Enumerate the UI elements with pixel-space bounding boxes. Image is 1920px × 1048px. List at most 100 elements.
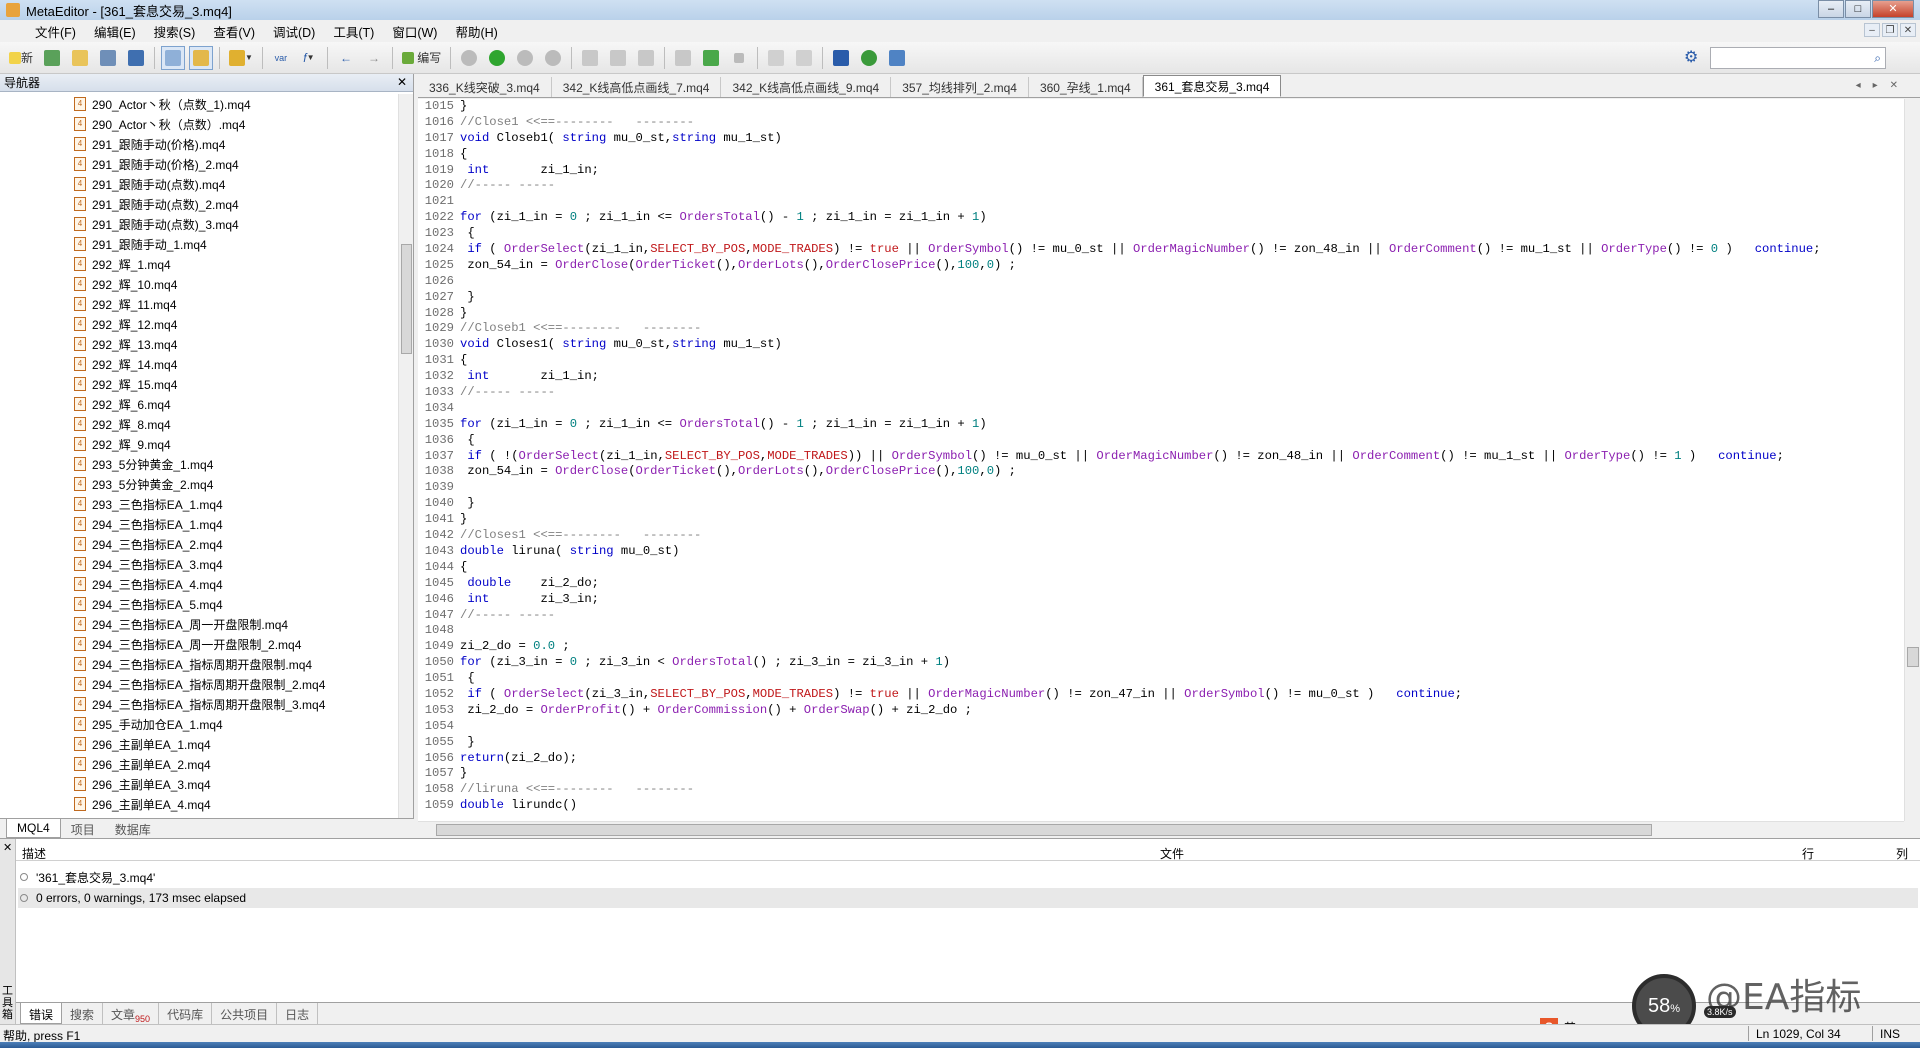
- step-into-button[interactable]: [578, 46, 602, 70]
- editor-tab[interactable]: 342_K线高低点画线_7.mq4: [552, 77, 722, 97]
- back-button[interactable]: ←: [334, 46, 358, 70]
- list-item[interactable]: 4 291_跟随手动(价格).mq4: [0, 134, 398, 154]
- mdi-close-button[interactable]: ✕: [1900, 23, 1916, 37]
- list-item[interactable]: 4 294_三色指标EA_周一开盘限制_2.mq4: [0, 634, 398, 654]
- list-item[interactable]: 4 294_三色指标EA_指标周期开盘限制_3.mq4: [0, 694, 398, 714]
- list-item[interactable]: 4 296_主副单EA_4.mq4: [0, 794, 398, 814]
- pause-debug-button[interactable]: [513, 46, 537, 70]
- list-item[interactable]: 4 296_主副单EA_3.mq4: [0, 774, 398, 794]
- navigator-scrollbar[interactable]: [398, 94, 413, 880]
- list-item[interactable]: 4 293_5分钟黄金_2.mq4: [0, 474, 398, 494]
- code-line[interactable]: 1055 }: [418, 735, 1904, 751]
- new-mql-button[interactable]: [40, 46, 64, 70]
- search-settings-icon[interactable]: ⚙: [1684, 49, 1702, 67]
- column-description[interactable]: 描述: [22, 845, 46, 862]
- code-line[interactable]: 1059 double lirundc(): [418, 798, 1904, 814]
- tab-mql4[interactable]: MQL4: [6, 819, 61, 838]
- menu-view[interactable]: 查看(V): [204, 22, 264, 41]
- step-over-button[interactable]: [606, 46, 630, 70]
- forward-button[interactable]: →: [362, 46, 386, 70]
- list-item[interactable]: 4 290_Actor丶秋（点数）.mq4: [0, 114, 398, 134]
- save-all-button[interactable]: [124, 46, 148, 70]
- code-line[interactable]: 1015}: [418, 99, 1904, 115]
- code-line[interactable]: 1039: [418, 480, 1904, 496]
- editor-tab-active[interactable]: 361_套息交易_3.mq4: [1142, 75, 1282, 97]
- var-button[interactable]: var: [269, 46, 293, 70]
- new-button[interactable]: 新: [6, 46, 36, 70]
- tab-project[interactable]: 项目: [61, 819, 105, 840]
- code-line[interactable]: 1034: [418, 401, 1904, 417]
- list-item[interactable]: 4 291_跟随手动(点数)_2.mq4: [0, 194, 398, 214]
- code-line[interactable]: 1035 for (zi_1_in = 0 ; zi_1_in <= Orders…: [418, 417, 1904, 433]
- code-line[interactable]: 1028}: [418, 306, 1904, 322]
- tab-codebase[interactable]: 代码库: [159, 1003, 213, 1024]
- tab-articles[interactable]: 文章950: [103, 1003, 160, 1024]
- terminal-button[interactable]: [885, 46, 909, 70]
- code-line[interactable]: 1052 if ( OrderSelect(zi_3_in,SELECT_BY_…: [418, 687, 1904, 703]
- menu-tools[interactable]: 工具(T): [324, 22, 383, 41]
- code-line[interactable]: 1033 //----- -----: [418, 385, 1904, 401]
- code-line[interactable]: 1058 //liruna <<==-------- --------: [418, 782, 1904, 798]
- continue-button[interactable]: [699, 46, 723, 70]
- settings-check-button[interactable]: [857, 46, 881, 70]
- tab-errors[interactable]: 错误: [20, 1003, 63, 1024]
- code-line[interactable]: 1026: [418, 274, 1904, 290]
- tab-scroll-arrows[interactable]: ◂▸✕: [1856, 80, 1910, 91]
- close-button[interactable]: ✕: [1872, 0, 1914, 18]
- list-item[interactable]: 4 290_Actor丶秋（点数_1).mq4: [0, 94, 398, 114]
- column-file[interactable]: 文件: [1160, 845, 1184, 862]
- list-item[interactable]: 4 291_跟随手动(点数)_3.mq4: [0, 214, 398, 234]
- code-line[interactable]: 1019 int zi_1_in;: [418, 163, 1904, 179]
- code-line[interactable]: 1038 zon_54_in = OrderClose(OrderTicket(…: [418, 464, 1904, 480]
- code-line[interactable]: 1053 zi_2_do = OrderProfit() + OrderComm…: [418, 703, 1904, 719]
- debug-history-button[interactable]: [457, 46, 481, 70]
- menu-help[interactable]: 帮助(H): [446, 22, 506, 41]
- list-item[interactable]: 4 294_三色指标EA_2.mq4: [0, 534, 398, 554]
- column-col[interactable]: 列: [1896, 845, 1908, 862]
- code-line[interactable]: 1042 //Closes1 <<==-------- --------: [418, 528, 1904, 544]
- code-line[interactable]: 1016 //Close1 <<==-------- --------: [418, 115, 1904, 131]
- code-line[interactable]: 1018 {: [418, 147, 1904, 163]
- code-line[interactable]: 1041}: [418, 512, 1904, 528]
- search-icon[interactable]: ⌕: [1874, 51, 1881, 66]
- styler-button[interactable]: ▼: [226, 46, 256, 70]
- open-button[interactable]: [68, 46, 92, 70]
- editor-tab[interactable]: 336_K线突破_3.mq4: [418, 77, 552, 97]
- navigator-toggle-button[interactable]: [161, 45, 186, 70]
- stop-debug-button[interactable]: [541, 46, 565, 70]
- code-line[interactable]: 1022 for (zi_1_in = 0 ; zi_1_in <= Orders…: [418, 210, 1904, 226]
- list-item[interactable]: 4 292_辉_8.mq4: [0, 414, 398, 434]
- maximize-button[interactable]: □: [1845, 0, 1871, 18]
- editor-hscroll-thumb[interactable]: [436, 824, 1652, 836]
- list-item[interactable]: 4 292_辉_11.mq4: [0, 294, 398, 314]
- code-line[interactable]: 1046 int zi_3_in;: [418, 592, 1904, 608]
- list-item[interactable]: 4 292_辉_15.mq4: [0, 374, 398, 394]
- list-item[interactable]: 4 294_三色指标EA_1.mq4: [0, 514, 398, 534]
- function-button[interactable]: f ▼: [297, 46, 321, 70]
- code-line[interactable]: 1047 //----- -----: [418, 608, 1904, 624]
- code-line[interactable]: 1049 zi_2_do = 0.0 ;: [418, 639, 1904, 655]
- code-line[interactable]: 1031 {: [418, 353, 1904, 369]
- list-item[interactable]: 4 292_辉_1.mq4: [0, 254, 398, 274]
- code-line[interactable]: 1054: [418, 719, 1904, 735]
- list-item[interactable]: 4 292_辉_12.mq4: [0, 314, 398, 334]
- list-item[interactable]: 4 294_三色指标EA_周一开盘限制.mq4: [0, 614, 398, 634]
- list-item[interactable]: 4 294_三色指标EA_5.mq4: [0, 594, 398, 614]
- menu-window[interactable]: 窗口(W): [383, 22, 446, 41]
- editor-tab[interactable]: 357_均线排列_2.mq4: [891, 77, 1029, 97]
- code-line[interactable]: 1025 zon_54_in = OrderClose(OrderTicket(…: [418, 258, 1904, 274]
- list-item[interactable]: 4 295_手动加仓EA_1.mq4: [0, 714, 398, 734]
- search-input[interactable]: [1711, 48, 1861, 68]
- code-line[interactable]: 1057}: [418, 766, 1904, 782]
- list-item[interactable]: 4 294_三色指标EA_指标周期开盘限制.mq4: [0, 654, 398, 674]
- code-line[interactable]: 1037 if ( !(OrderSelect(zi_1_in,SELECT_B…: [418, 449, 1904, 465]
- navigator-close-button[interactable]: ✕: [397, 75, 407, 89]
- code-line[interactable]: 1036 {: [418, 433, 1904, 449]
- list-item[interactable]: 4 294_三色指标EA_3.mq4: [0, 554, 398, 574]
- search-box[interactable]: ⌕: [1710, 47, 1886, 69]
- message-row[interactable]: '361_套息交易_3.mq4': [18, 867, 1918, 887]
- list-item[interactable]: 4 292_辉_6.mq4: [0, 394, 398, 414]
- code-line[interactable]: 1040 }: [418, 496, 1904, 512]
- editor-tab[interactable]: 342_K线高低点画线_9.mq4: [721, 77, 892, 97]
- editor-horizontal-scrollbar[interactable]: [418, 821, 1904, 838]
